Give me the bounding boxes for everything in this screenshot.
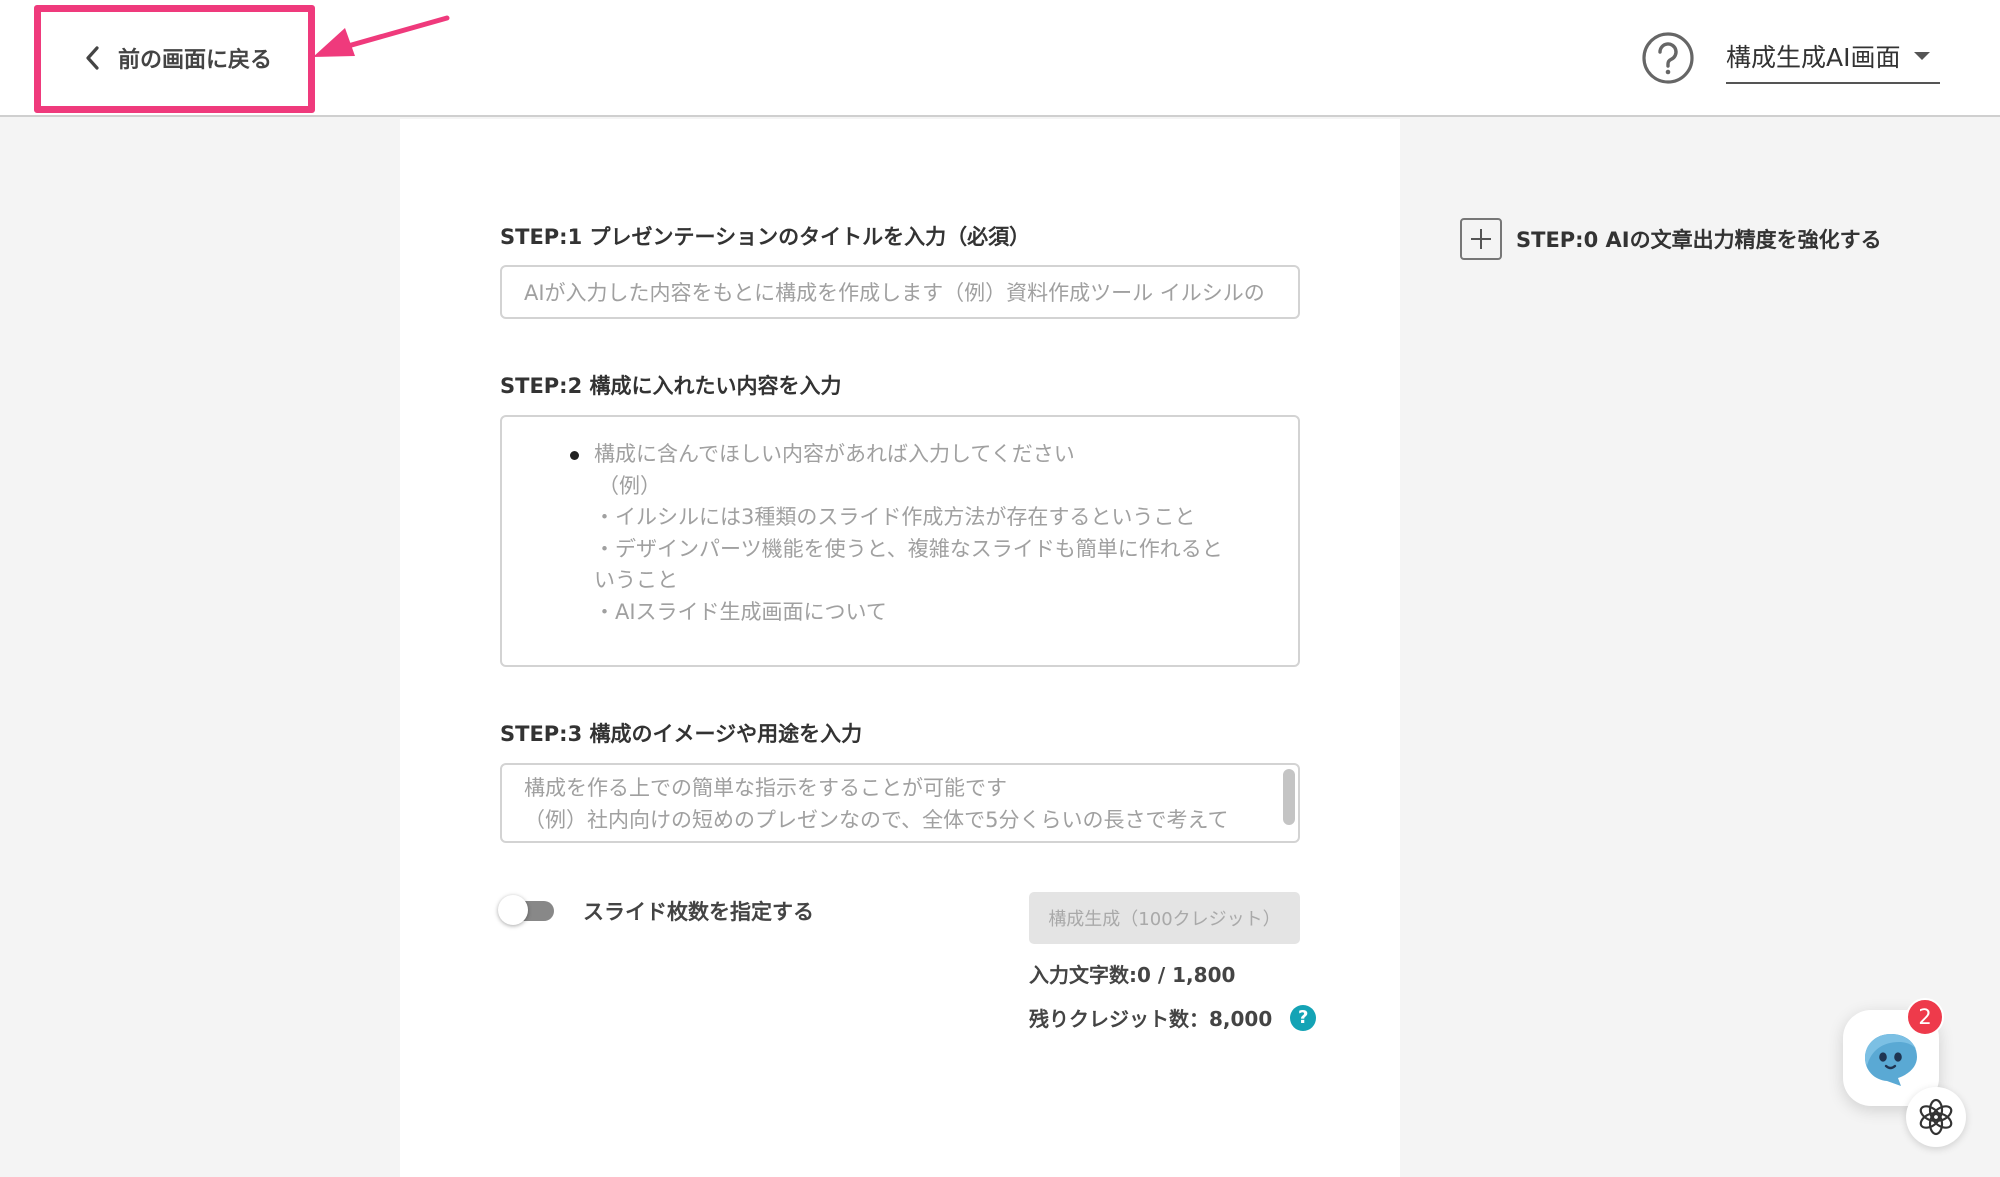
main-form-panel: STEP:1 プレゼンテーションのタイトルを入力（必須） AIが入力した内容をも…	[400, 119, 1400, 1177]
generate-structure-button[interactable]: 構成生成（100クレジット）	[1029, 892, 1300, 944]
back-link-label: 前の画面に戻る	[118, 48, 273, 73]
plus-box-icon	[1460, 218, 1502, 260]
screen-select-value: 構成生成AI画面	[1726, 43, 1901, 72]
title-input-placeholder: AIが入力した内容をもとに構成を作成します（例）資料作成ツール イルシルの	[524, 281, 1265, 305]
arrow-annotation-icon	[313, 15, 450, 57]
slide-count-toggle[interactable]	[498, 894, 556, 926]
chat-bot-icon	[1865, 1034, 1917, 1086]
toggle-knob	[498, 895, 528, 925]
credit-help-icon[interactable]: ?	[1290, 1004, 1317, 1031]
screen-select-dropdown[interactable]: 構成生成AI画面	[1726, 36, 1940, 84]
title-input[interactable]: AIが入力した内容をもとに構成を作成します（例）資料作成ツール イルシルの	[500, 265, 1300, 319]
step1-label: STEP:1 プレゼンテーションのタイトルを入力（必須）	[500, 225, 1031, 249]
content-placeholder-line: いうこと	[594, 568, 678, 592]
chevron-left-icon	[86, 46, 99, 70]
bullet-dot	[570, 451, 579, 460]
step0-expand-toggle[interactable]: STEP:0 AIの文章出力精度を強化する	[1460, 218, 1882, 260]
step3-label: STEP:3 構成のイメージや用途を入力	[500, 722, 863, 746]
char-count: 入力文字数:0 / 1,800	[1029, 963, 1236, 987]
content-placeholder-line: ・デザインパーツ機能を使うと、複雑なスライドも簡単に作れると	[594, 536, 1223, 561]
content-textarea[interactable]: 構成に含んでほしい内容があれば入力してください （例） ・イルシルには3種類のス…	[500, 415, 1300, 667]
remaining-credits: 残りクレジット数：8,000	[1029, 1007, 1273, 1031]
content-placeholder-bullet: 構成に含んでほしい内容があれば入力してください	[570, 439, 1258, 471]
usage-textarea[interactable]: 構成を作る上での簡単な指示をすることが可能です （例）社内向けの短めのプレゼンな…	[500, 763, 1300, 843]
textarea-scrollbar[interactable]	[1283, 769, 1295, 825]
credit-row: 残りクレジット数：8,000 ?	[1029, 1003, 1317, 1032]
usage-placeholder-line: （例）社内向けの短めのプレゼンなので、全体で5分くらいの長さで考えて	[524, 807, 1229, 832]
openai-icon[interactable]	[1906, 1087, 1966, 1147]
content-placeholder-line: ・AIスライド生成画面について	[594, 599, 887, 624]
content-placeholder-line: ・イルシルには3種類のスライド作成方法が存在するということ	[594, 505, 1196, 529]
slide-count-toggle-label: スライド枚数を指定する	[583, 900, 814, 924]
openai-logo-icon	[1919, 1098, 1953, 1136]
step2-label: STEP:2 構成に入れたい内容を入力	[500, 374, 842, 398]
usage-placeholder-line: 構成を作る上での簡単な指示をすることが可能です	[524, 776, 1007, 800]
content-placeholder-line: （例）	[598, 473, 661, 498]
help-circle-icon[interactable]	[1641, 31, 1695, 85]
chat-notification-badge: 2	[1906, 998, 1944, 1036]
caret-down-icon	[1914, 52, 1930, 60]
step0-label: STEP:0 AIの文章出力精度を強化する	[1516, 228, 1882, 252]
content-placeholder-line: 構成に含んでほしい内容があれば入力してください	[594, 442, 1075, 466]
top-header: 前の画面に戻る 構成生成AI画面	[0, 0, 2000, 117]
back-link[interactable]: 前の画面に戻る	[82, 36, 272, 80]
